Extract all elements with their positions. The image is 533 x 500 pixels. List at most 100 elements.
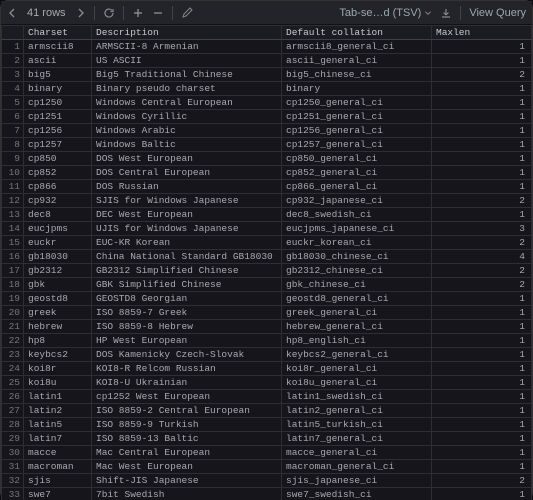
table-row[interactable]: 17gb2312GB2312 Simplified Chinesegb2312_… — [2, 264, 532, 278]
cell-collation[interactable]: keybcs2_general_ci — [282, 348, 432, 362]
cell-description[interactable]: US ASCII — [92, 54, 282, 68]
cell-description[interactable]: ARMSCII-8 Armenian — [92, 40, 282, 54]
table-row[interactable]: 18gbkGBK Simplified Chinesegbk_chinese_c… — [2, 278, 532, 292]
table-row[interactable]: 27latin2ISO 8859-2 Central Europeanlatin… — [2, 404, 532, 418]
cell-collation[interactable]: cp852_general_ci — [282, 166, 432, 180]
cell-collation[interactable]: gbk_chinese_ci — [282, 278, 432, 292]
cell-description[interactable]: DOS Central European — [92, 166, 282, 180]
cell-charset[interactable]: binary — [24, 82, 92, 96]
cell-description[interactable]: GB2312 Simplified Chinese — [92, 264, 282, 278]
cell-maxlen[interactable]: 2 — [432, 264, 532, 278]
row-number-header[interactable] — [2, 26, 24, 40]
cell-description[interactable]: Windows Cyrillic — [92, 110, 282, 124]
cell-maxlen[interactable]: 1 — [432, 138, 532, 152]
cell-description[interactable]: DOS Russian — [92, 180, 282, 194]
cell-collation[interactable]: koi8u_general_ci — [282, 376, 432, 390]
table-row[interactable]: 7cp1256Windows Arabiccp1256_general_ci1 — [2, 124, 532, 138]
cell-collation[interactable]: cp850_general_ci — [282, 152, 432, 166]
cell-description[interactable]: KOI8-U Ukrainian — [92, 376, 282, 390]
table-row[interactable]: 32sjisShift-JIS Japanesesjis_japanese_ci… — [2, 474, 532, 488]
cell-maxlen[interactable]: 1 — [432, 348, 532, 362]
cell-description[interactable]: Mac West European — [92, 460, 282, 474]
cell-charset[interactable]: cp1251 — [24, 110, 92, 124]
table-row[interactable]: 24koi8rKOI8-R Relcom Russiankoi8r_genera… — [2, 362, 532, 376]
cell-maxlen[interactable]: 2 — [432, 474, 532, 488]
cell-maxlen[interactable]: 1 — [432, 54, 532, 68]
cell-maxlen[interactable]: 1 — [432, 152, 532, 166]
cell-maxlen[interactable]: 1 — [432, 208, 532, 222]
cell-description[interactable]: ISO 8859-2 Central European — [92, 404, 282, 418]
cell-maxlen[interactable]: 1 — [432, 320, 532, 334]
table-row[interactable]: 14eucjpmsUJIS for Windows Japaneseeucjpm… — [2, 222, 532, 236]
cell-maxlen[interactable]: 1 — [432, 180, 532, 194]
cell-collation[interactable]: hebrew_general_ci — [282, 320, 432, 334]
table-row[interactable]: 19geostd8GEOSTD8 Georgiangeostd8_general… — [2, 292, 532, 306]
add-row-button[interactable] — [132, 7, 144, 19]
cell-description[interactable]: DEC West European — [92, 208, 282, 222]
cell-maxlen[interactable]: 1 — [432, 390, 532, 404]
cell-collation[interactable]: latin7_general_ci — [282, 432, 432, 446]
table-row[interactable]: 4binaryBinary pseudo charsetbinary1 — [2, 82, 532, 96]
table-row[interactable]: 5cp1250Windows Central Europeancp1250_ge… — [2, 96, 532, 110]
download-button[interactable] — [440, 7, 452, 19]
table-row[interactable]: 30macceMac Central Europeanmacce_general… — [2, 446, 532, 460]
cell-collation[interactable]: macce_general_ci — [282, 446, 432, 460]
cell-maxlen[interactable]: 2 — [432, 194, 532, 208]
cell-description[interactable]: cp1252 West European — [92, 390, 282, 404]
table-row[interactable]: 26latin1cp1252 West Europeanlatin1_swedi… — [2, 390, 532, 404]
cell-description[interactable]: China National Standard GB18030 — [92, 250, 282, 264]
cell-collation[interactable]: sjis_japanese_ci — [282, 474, 432, 488]
col-header-charset[interactable]: Charset — [24, 26, 92, 40]
cell-charset[interactable]: greek — [24, 306, 92, 320]
cell-maxlen[interactable]: 1 — [432, 488, 532, 500]
table-row[interactable]: 15euckrEUC-KR Koreaneuckr_korean_ci2 — [2, 236, 532, 250]
table-row[interactable]: 2asciiUS ASCIIascii_general_ci1 — [2, 54, 532, 68]
cell-collation[interactable]: swe7_swedish_ci — [282, 488, 432, 500]
cell-charset[interactable]: latin7 — [24, 432, 92, 446]
table-row[interactable]: 23keybcs2DOS Kamenicky Czech-Slovakkeybc… — [2, 348, 532, 362]
cell-charset[interactable]: cp850 — [24, 152, 92, 166]
cell-charset[interactable]: geostd8 — [24, 292, 92, 306]
cell-collation[interactable]: greek_general_ci — [282, 306, 432, 320]
cell-collation[interactable]: armscii8_general_ci — [282, 40, 432, 54]
cell-maxlen[interactable]: 1 — [432, 432, 532, 446]
cell-maxlen[interactable]: 1 — [432, 40, 532, 54]
cell-charset[interactable]: armscii8 — [24, 40, 92, 54]
table-row[interactable]: 12cp932SJIS for Windows Japanesecp932_ja… — [2, 194, 532, 208]
cell-description[interactable]: DOS West European — [92, 152, 282, 166]
cell-description[interactable]: UJIS for Windows Japanese — [92, 222, 282, 236]
cell-charset[interactable]: sjis — [24, 474, 92, 488]
cell-charset[interactable]: latin2 — [24, 404, 92, 418]
cell-description[interactable]: ISO 8859-13 Baltic — [92, 432, 282, 446]
cell-charset[interactable]: cp866 — [24, 180, 92, 194]
table-row[interactable]: 9cp850DOS West Europeancp850_general_ci1 — [2, 152, 532, 166]
table-row[interactable]: 22hp8HP West Europeanhp8_english_ci1 — [2, 334, 532, 348]
cell-maxlen[interactable]: 1 — [432, 334, 532, 348]
cell-maxlen[interactable]: 1 — [432, 362, 532, 376]
cell-charset[interactable]: swe7 — [24, 488, 92, 500]
view-query-button[interactable]: View Query — [469, 7, 526, 19]
cell-charset[interactable]: macroman — [24, 460, 92, 474]
cell-description[interactable]: Shift-JIS Japanese — [92, 474, 282, 488]
cell-description[interactable]: EUC-KR Korean — [92, 236, 282, 250]
cell-collation[interactable]: hp8_english_ci — [282, 334, 432, 348]
cell-charset[interactable]: dec8 — [24, 208, 92, 222]
cell-description[interactable]: ISO 8859-7 Greek — [92, 306, 282, 320]
cell-charset[interactable]: gb18030 — [24, 250, 92, 264]
table-row[interactable]: 1 armscii8ARMSCII-8 Armenianarmscii8_gene… — [2, 40, 532, 54]
table-row[interactable]: 11cp866DOS Russiancp866_general_ci1 — [2, 180, 532, 194]
refresh-button[interactable] — [103, 7, 115, 19]
cell-maxlen[interactable]: 1 — [432, 96, 532, 110]
cell-description[interactable]: Big5 Traditional Chinese — [92, 68, 282, 82]
cell-collation[interactable]: cp1251_general_ci — [282, 110, 432, 124]
prev-page-button[interactable] — [7, 7, 19, 19]
cell-collation[interactable]: gb18030_chinese_ci — [282, 250, 432, 264]
cell-collation[interactable]: geostd8_general_ci — [282, 292, 432, 306]
cell-collation[interactable]: cp866_general_ci — [282, 180, 432, 194]
cell-maxlen[interactable]: 2 — [432, 278, 532, 292]
table-row[interactable]: 31macromanMac West Europeanmacroman_gene… — [2, 460, 532, 474]
cell-collation[interactable]: cp1250_general_ci — [282, 96, 432, 110]
results-grid[interactable]: Charset Description Default collation Ma… — [1, 25, 532, 500]
cell-charset[interactable]: cp1256 — [24, 124, 92, 138]
cell-charset[interactable]: euckr — [24, 236, 92, 250]
